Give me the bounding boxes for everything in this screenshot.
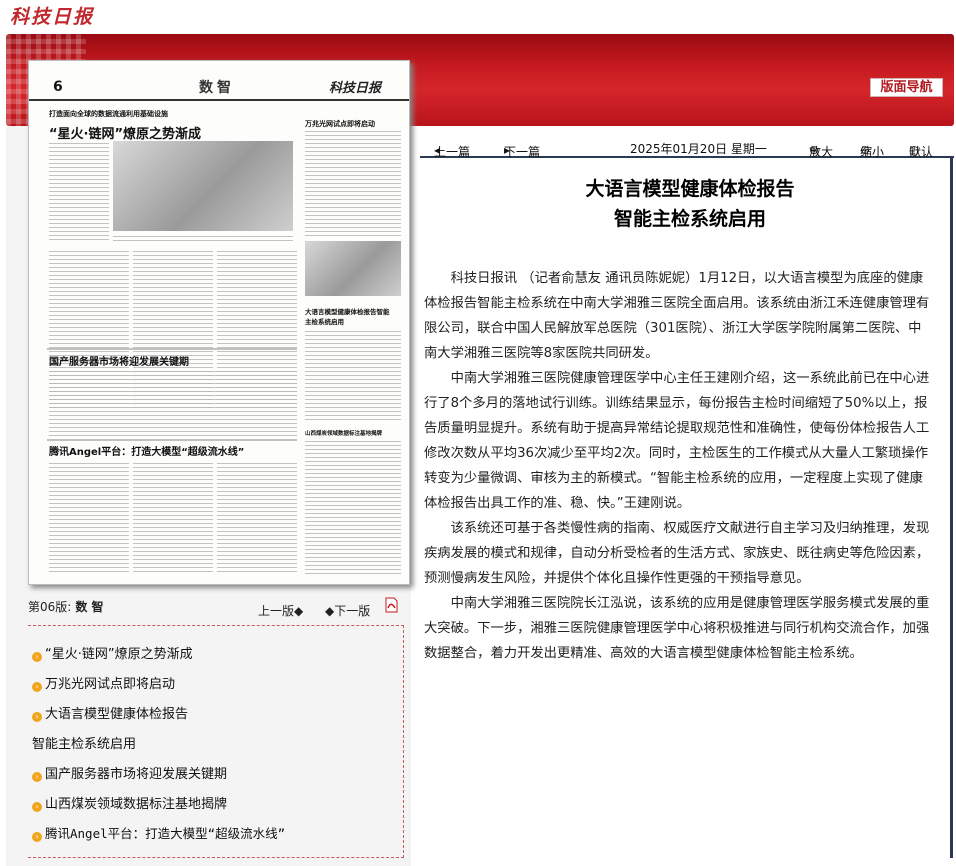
article-title-line1: 大语言模型健康体检报告: [585, 178, 795, 200]
bullet-arrow-icon: ›: [32, 682, 42, 692]
article-paragraph: 该系统还可基于各类慢性病的指南、权威医疗文献进行自主学习及归纳推理，发现疾病发展…: [424, 521, 930, 586]
np-text-block: [49, 143, 109, 243]
article-list: › “星火·链网”燎原之势渐成 › 万兆光网试点即将启动 › 大语言模型健康体检报告 …: [28, 625, 404, 858]
plus-circle-icon: ⊕: [809, 143, 820, 157]
page-label: 第06版:: [28, 600, 72, 614]
np-text-block: [133, 463, 213, 575]
page-nav-button[interactable]: 版面导航: [870, 78, 943, 97]
next-page-label: 下一版: [334, 604, 371, 618]
issue-date: 2025年01月20日 星期一: [630, 142, 767, 156]
list-item[interactable]: › 大语言模型健康体检报告: [32, 703, 188, 722]
article-paragraph: 科技日报讯 （记者俞慧友 通讯员陈妮妮）1月12日，以大语言模型为底座的健康体检…: [424, 271, 930, 361]
prev-page-label: 上一版: [258, 604, 295, 618]
newspaper-section: 数智: [199, 80, 235, 96]
list-item[interactable]: › 山西煤炭领域数据标注基地揭牌: [32, 793, 227, 812]
np-text-block: [49, 463, 129, 575]
np-text-block: [49, 371, 297, 436]
circle-icon: ○: [909, 143, 920, 157]
np-text-block: [113, 236, 293, 244]
np-headline[interactable]: 国产服务器市场将迎发展关键期: [49, 353, 189, 368]
newspaper-page-image[interactable]: 6 数智 科技日报 打造面向全球的数据流通利用基础设施 “星火·链网”燎原之势渐…: [28, 60, 410, 585]
article-title-line2: 智能主检系统启用: [613, 208, 766, 230]
bullet-arrow-icon: ›: [32, 832, 42, 842]
bullet-arrow-icon: ›: [32, 712, 42, 722]
np-text-block: [305, 441, 401, 575]
np-headline[interactable]: 腾讯Angel平台：打造大模型“超级流水线”: [49, 443, 244, 458]
pdf-icon[interactable]: [384, 597, 399, 613]
list-item-continued[interactable]: 智能主检系统启用: [32, 733, 136, 752]
next-page-link[interactable]: ◆下一版: [325, 602, 370, 619]
list-item[interactable]: › 国产服务器市场将迎发展关键期: [32, 763, 227, 782]
np-divider: [47, 439, 297, 441]
np-text-block: [217, 463, 297, 575]
np-photo: [113, 141, 293, 231]
prev-page-link[interactable]: 上一版◆: [258, 602, 303, 619]
np-headline[interactable]: 山西煤炭领域数据标注基地揭牌: [305, 429, 382, 437]
newspaper-page-number: 6: [53, 79, 63, 95]
article-paragraph: 中南大学湘雅三医院院长江泓说，该系统的应用是健康管理医学服务模式发展的重大突破。…: [424, 596, 930, 661]
page-info: 第06版: 数 智: [28, 598, 104, 615]
next-arrow-icon: ◆: [325, 604, 335, 618]
np-photo: [305, 241, 401, 296]
newspaper-masthead: 科技日报: [329, 81, 382, 96]
right-arrow-icon: ▸: [504, 143, 511, 157]
np-divider: [47, 348, 297, 350]
article-paragraph: 中南大学湘雅三医院健康管理医学中心主任王建刚介绍，这一系统此前已在中心进行了8个…: [424, 371, 930, 511]
article-toolbar: ◂ 上一篇 下一篇 ▸ 2025年01月20日 星期一 放大 ⊕ 缩小 ⊖ 默认 ○: [420, 137, 954, 159]
article-body: 科技日报讯 （记者俞慧友 通讯员陈妮妮）1月12日，以大语言模型为底座的健康体检…: [424, 266, 934, 666]
np-headline[interactable]: 打造面向全球的数据流通利用基础设施: [49, 109, 168, 119]
minus-circle-icon: ⊖: [860, 143, 871, 157]
np-headline[interactable]: 万兆光网试点即将启动: [305, 119, 375, 129]
bullet-arrow-icon: ›: [32, 802, 42, 812]
bullet-arrow-icon: ›: [32, 652, 42, 662]
list-item[interactable]: › 万兆光网试点即将启动: [32, 673, 175, 692]
site-logo: 科技日报: [10, 6, 95, 28]
np-headline[interactable]: “星火·链网”燎原之势渐成: [49, 123, 201, 142]
newspaper-header: 6 数智 科技日报: [29, 61, 409, 101]
np-headline[interactable]: 大语言模型健康体检报告智能主检系统启用: [305, 306, 395, 326]
np-text-block: [305, 131, 401, 236]
list-item[interactable]: › “星火·链网”燎原之势渐成: [32, 643, 193, 662]
prev-arrow-icon: ◆: [294, 604, 304, 618]
list-item[interactable]: › 腾讯Angel平台：打造大模型“超级流水线”: [32, 823, 285, 842]
np-text-block: [305, 331, 401, 421]
page-name: 数 智: [75, 600, 104, 614]
bullet-arrow-icon: ›: [32, 772, 42, 782]
right-border: [950, 158, 953, 858]
